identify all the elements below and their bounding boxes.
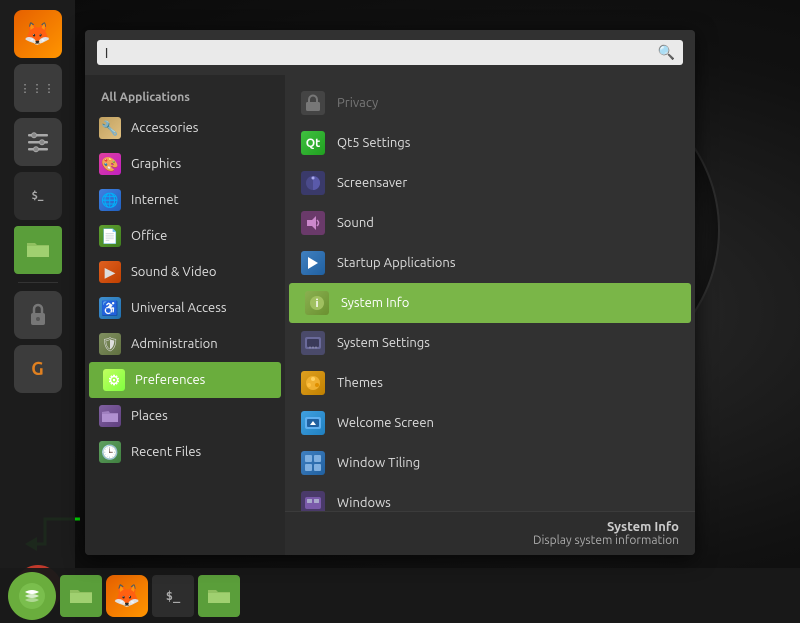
category-admin[interactable]: 🛡 Administration [85,326,285,362]
places-icon [99,405,121,427]
menu-content: All Applications 🔧 Accessories 🎨 Graphic… [85,75,695,555]
internet-icon: 🌐 [99,189,121,211]
qt5-icon: Qt [301,131,325,155]
startup-icon [301,251,325,275]
item-welcome[interactable]: Welcome Screen [285,403,695,443]
taskbar-gimp[interactable]: G [14,345,62,393]
taskbar-apps[interactable]: ⋮⋮⋮ [14,64,62,112]
item-sound[interactable]: Sound [285,203,695,243]
status-title: System Info [301,520,679,534]
search-bar: 🔍 [85,30,695,75]
item-startup[interactable]: Startup Applications [285,243,695,283]
admin-icon: 🛡 [99,333,121,355]
recent-icon: 🕒 [99,441,121,463]
sysinfo-icon: i [305,291,329,315]
item-wintile[interactable]: Window Tiling [285,443,695,483]
item-windows[interactable]: Windows [285,483,695,511]
taskbar-firefox[interactable]: 🦊 [14,10,62,58]
universal-icon: ♿ [99,297,121,319]
taskbar-bottom: 🦊 $_ [0,568,800,623]
item-screensaver[interactable]: Screensaver [285,163,695,203]
search-input[interactable] [105,45,652,61]
categories-panel: All Applications 🔧 Accessories 🎨 Graphic… [85,75,285,555]
bottom-folder[interactable] [198,575,240,617]
sound-icon: ▶ [99,261,121,283]
windows-icon [301,491,325,511]
item-themes[interactable]: Themes [285,363,695,403]
category-recent[interactable]: 🕒 Recent Files [85,434,285,470]
bottom-mint-menu[interactable] [8,572,56,620]
search-input-wrapper[interactable]: 🔍 [97,40,683,65]
category-preferences[interactable]: ⚙ Preferences [89,362,281,398]
taskbar-separator [18,282,58,283]
accessories-icon: 🔧 [99,117,121,139]
item-sysset[interactable]: System Settings [285,323,695,363]
taskbar-lock[interactable] [14,291,62,339]
item-sysinfo[interactable]: i System Info [289,283,691,323]
category-places[interactable]: Places [85,398,285,434]
svg-text:i: i [315,298,318,310]
taskbar-files[interactable] [14,226,62,274]
category-graphics[interactable]: 🎨 Graphics [85,146,285,182]
app-menu: 🔍 All Applications 🔧 Accessories 🎨 Graph… [85,30,695,555]
item-privacy[interactable]: Privacy [285,83,695,123]
taskbar-settings[interactable] [14,118,62,166]
category-sound[interactable]: ▶ Sound & Video [85,254,285,290]
taskbar-left: 🦊 ⋮⋮⋮ $_ G ⏻ [0,0,75,623]
category-office[interactable]: 📄 Office [85,218,285,254]
status-description: Display system information [301,534,679,547]
sound-item-icon [301,211,325,235]
category-universal[interactable]: ♿ Universal Access [85,290,285,326]
welcome-icon [301,411,325,435]
wintile-icon [301,451,325,475]
categories-header: All Applications [85,85,285,110]
bottom-files[interactable] [60,575,102,617]
right-panel: Privacy Qt Qt5 Settings Screensaver [285,75,695,555]
screensaver-icon [301,171,325,195]
sysset-icon [301,331,325,355]
office-icon: 📄 [99,225,121,247]
search-icon: 🔍 [658,44,675,61]
bottom-terminal[interactable]: $_ [152,575,194,617]
status-bar: System Info Display system information [285,511,695,555]
category-accessories[interactable]: 🔧 Accessories [85,110,285,146]
taskbar-terminal[interactable]: $_ [14,172,62,220]
preferences-icon: ⚙ [103,369,125,391]
themes-icon [301,371,325,395]
category-internet[interactable]: 🌐 Internet [85,182,285,218]
bottom-firefox[interactable]: 🦊 [106,575,148,617]
items-panel: Privacy Qt Qt5 Settings Screensaver [285,75,695,511]
graphics-icon: 🎨 [99,153,121,175]
item-qt5[interactable]: Qt Qt5 Settings [285,123,695,163]
privacy-icon [301,91,325,115]
